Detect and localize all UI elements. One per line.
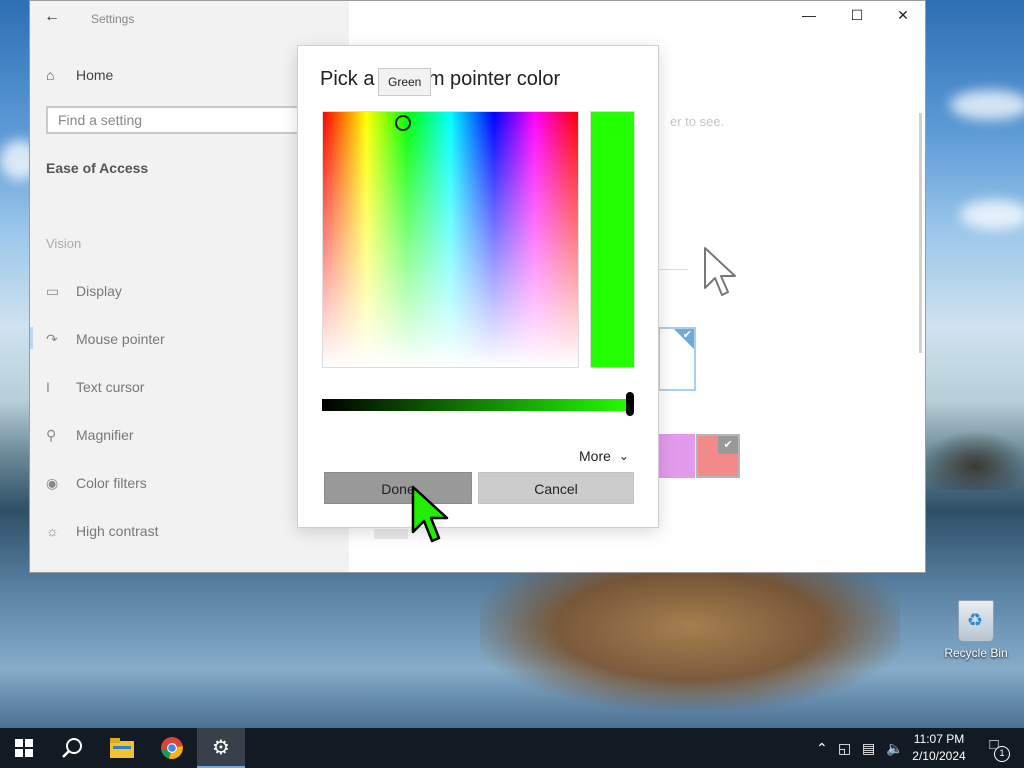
settings-icon[interactable]: ⚙ xyxy=(197,728,245,768)
color-swatch-coral[interactable]: ✔ xyxy=(696,434,740,478)
rock-reflection xyxy=(480,570,900,710)
color-picker-dialog: Pick a custom pointer color Green More ⌄ … xyxy=(297,45,659,528)
text-cursor-icon: I xyxy=(46,379,50,395)
selected-color-preview xyxy=(590,111,635,368)
file-explorer-icon[interactable] xyxy=(98,728,146,768)
sidebar-item-text-cursor[interactable]: I Text cursor xyxy=(46,379,144,395)
monitor-icon: ▭ xyxy=(46,283,60,299)
start-icon[interactable] xyxy=(0,728,48,768)
color-filters-icon: ◉ xyxy=(46,475,59,491)
group-label-vision: Vision xyxy=(46,236,82,251)
window-title: Settings xyxy=(91,12,135,26)
sidebar-item-mouse-pointer[interactable]: ↷ Mouse pointer xyxy=(46,331,165,348)
color-picker-handle[interactable] xyxy=(395,115,411,131)
sidebar-item-magnifier[interactable]: ⚲ Magnifier xyxy=(46,427,134,444)
clock-date: 2/10/2024 xyxy=(912,749,966,763)
color-swatch-violet[interactable] xyxy=(658,434,695,478)
search-icon[interactable] xyxy=(48,728,96,768)
checkmark-icon: ✔ xyxy=(718,436,738,454)
maximize-icon[interactable]: ☐ xyxy=(842,7,872,29)
divider xyxy=(658,269,688,270)
chevron-down-icon: ⌄ xyxy=(618,449,629,463)
notification-count: 1 xyxy=(994,746,1010,762)
sidebar-item-label: Magnifier xyxy=(76,427,134,443)
chevron-up-icon[interactable]: ⌃ xyxy=(816,740,828,757)
dialog-title: Pick a custom pointer color xyxy=(320,68,561,90)
color-name-tooltip: Green xyxy=(378,68,432,96)
security-icon[interactable]: ◱ xyxy=(838,740,851,757)
selected-indicator xyxy=(30,327,33,349)
brightness-slider-thumb[interactable] xyxy=(626,392,634,416)
sidebar-item-label: Color filters xyxy=(76,475,147,491)
pointer-preview-icon xyxy=(704,247,736,296)
home-icon: ⌂ xyxy=(46,67,55,83)
scrollbar[interactable] xyxy=(919,113,922,353)
sidebar-item-high-contrast[interactable]: ☼ High contrast xyxy=(46,523,158,539)
close-icon[interactable]: ✕ xyxy=(888,7,918,29)
custom-color-swatch[interactable]: ✔ xyxy=(658,327,696,391)
network-icon[interactable]: ▤ xyxy=(862,740,875,757)
distant-rock xyxy=(920,430,1024,490)
chrome-icon[interactable] xyxy=(148,728,196,768)
mouse-pointer-icon: ↷ xyxy=(46,331,58,347)
color-spectrum[interactable] xyxy=(322,111,579,368)
clock-time: 11:07 PM xyxy=(913,732,965,746)
search-input[interactable]: Find a setting xyxy=(46,106,306,134)
sidebar-item-display[interactable]: ▭ Display xyxy=(46,283,122,300)
back-arrow-icon[interactable]: ← xyxy=(44,8,60,26)
cloud xyxy=(960,200,1024,230)
more-label: More xyxy=(579,448,611,464)
cloud xyxy=(950,90,1024,120)
cancel-button[interactable]: Cancel xyxy=(478,472,634,504)
sidebar-item-label: Text cursor xyxy=(76,379,145,395)
high-contrast-icon: ☼ xyxy=(46,523,59,539)
clock[interactable]: 11:07 PM 2/10/2024 xyxy=(900,731,978,765)
faded-button xyxy=(374,529,408,539)
nav-home-label: Home xyxy=(76,67,114,83)
checkmark-icon: ✔ xyxy=(682,329,692,341)
minimize-icon[interactable]: — xyxy=(794,7,824,29)
notifications-icon[interactable]: □ 1 xyxy=(982,736,1010,762)
section-title: Ease of Access xyxy=(46,160,149,176)
brightness-slider[interactable] xyxy=(322,399,632,411)
recycle-bin-label: Recycle Bin xyxy=(944,646,1008,660)
sidebar-item-label: Display xyxy=(76,283,122,299)
recycle-bin[interactable]: ♻ Recycle Bin xyxy=(940,600,1012,660)
taskbar: ⚙ ⌃ ◱ ▤ 🔈 11:07 PM 2/10/2024 □ 1 xyxy=(0,728,1024,768)
title-bar: ← Settings — ☐ ✕ xyxy=(30,1,925,35)
nav-home[interactable]: ⌂ Home xyxy=(46,67,113,83)
more-toggle[interactable]: More ⌄ xyxy=(579,448,629,464)
hint-text: er to see. xyxy=(670,114,725,129)
sidebar-item-color-filters[interactable]: ◉ Color filters xyxy=(46,475,147,492)
magnifier-icon: ⚲ xyxy=(46,427,57,443)
green-mouse-cursor-icon xyxy=(411,485,449,543)
sidebar-item-label: Mouse pointer xyxy=(76,331,165,347)
recycle-bin-icon: ♻ xyxy=(958,600,994,642)
sidebar-item-label: High contrast xyxy=(76,523,159,539)
